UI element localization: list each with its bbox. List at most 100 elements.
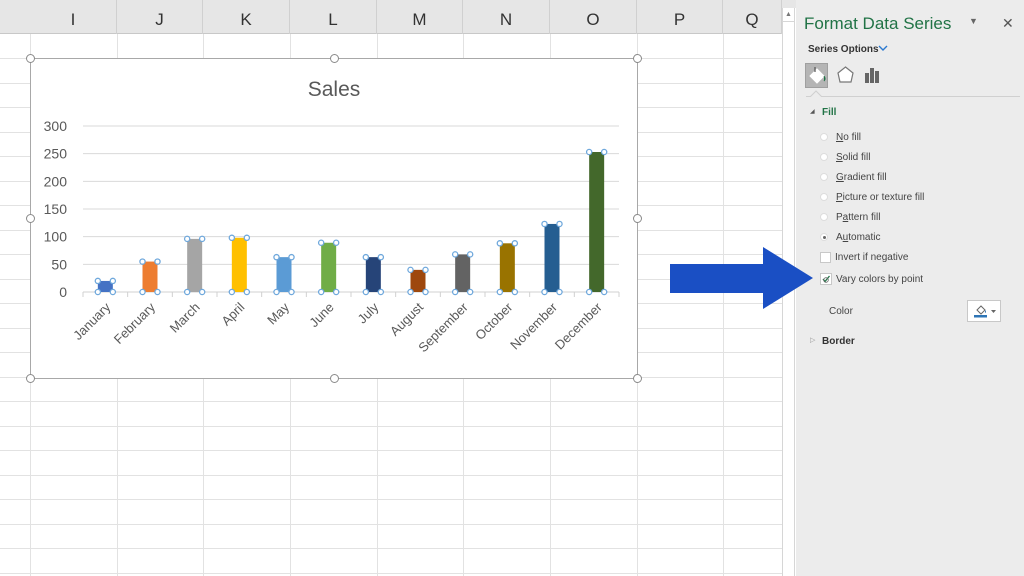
selection-handle[interactable]: [243, 288, 251, 296]
selection-handle[interactable]: [243, 234, 251, 242]
bar[interactable]: [142, 261, 158, 292]
bar-march[interactable]: [183, 235, 206, 296]
chevron-down-icon[interactable]: [878, 43, 888, 55]
selection-handle[interactable]: [466, 251, 474, 258]
selection-handle[interactable]: [228, 288, 236, 296]
radio-button[interactable]: [820, 173, 828, 181]
series-options-label[interactable]: Series Options: [808, 44, 879, 55]
selection-handle[interactable]: [139, 288, 146, 296]
invert-if-negative-option[interactable]: Invert if negative: [820, 249, 908, 265]
selection-handle[interactable]: [541, 288, 548, 296]
selection-handle[interactable]: [422, 288, 429, 296]
selection-handle[interactable]: [273, 253, 280, 261]
selection-handle[interactable]: [109, 277, 117, 285]
selection-handle[interactable]: [451, 288, 459, 296]
fill-option-solid-fill[interactable]: Solid fill: [820, 149, 870, 165]
fill-option-automatic[interactable]: Automatic: [820, 229, 880, 245]
column-header-o[interactable]: O: [550, 0, 637, 34]
resize-handle-bottom-left[interactable]: [26, 374, 35, 383]
bar[interactable]: [231, 237, 247, 292]
selection-handle[interactable]: [183, 235, 191, 243]
bar-june[interactable]: [317, 239, 340, 296]
bar-november[interactable]: [541, 220, 563, 296]
column-header-l[interactable]: L: [290, 0, 377, 34]
selection-handle[interactable]: [198, 235, 206, 243]
bar[interactable]: [544, 223, 560, 292]
bar-september[interactable]: [451, 251, 474, 296]
selection-handle[interactable]: [273, 288, 280, 296]
vary-colors-by-point-option[interactable]: Vary colors by point: [820, 271, 923, 287]
bar-april[interactable]: [228, 234, 251, 296]
border-section-header[interactable]: Border: [822, 336, 855, 347]
bar-february[interactable]: [139, 258, 161, 296]
bar-may[interactable]: [273, 253, 295, 296]
tab-effects[interactable]: [834, 63, 857, 88]
y-axis[interactable]: 0 50 100 150 200 250 300: [44, 118, 68, 300]
fill-color-picker-button[interactable]: [967, 300, 1001, 322]
column-header-m[interactable]: M: [377, 0, 463, 34]
collapsed-triangle-icon[interactable]: ▷: [810, 336, 815, 344]
column-header-p[interactable]: P: [637, 0, 723, 34]
column-header-i[interactable]: I: [30, 0, 117, 34]
selection-handle[interactable]: [332, 239, 340, 247]
selection-handle[interactable]: [407, 288, 414, 296]
fill-option-pattern-fill[interactable]: Pattern fill: [820, 209, 880, 225]
column-header-q[interactable]: Q: [723, 0, 782, 34]
radio-button[interactable]: [820, 193, 828, 201]
bar[interactable]: [455, 254, 471, 292]
resize-handle-bottom-right[interactable]: [633, 374, 642, 383]
resize-handle-right[interactable]: [633, 214, 642, 223]
bar[interactable]: [410, 269, 426, 292]
bar[interactable]: [187, 238, 203, 292]
column-header-j[interactable]: J: [117, 0, 203, 34]
selection-handle[interactable]: [317, 239, 325, 247]
selection-handle[interactable]: [541, 220, 548, 228]
fill-option-no-fill[interactable]: No fill: [820, 129, 861, 145]
selection-handle[interactable]: [288, 288, 295, 296]
close-icon[interactable]: ✕: [1002, 15, 1014, 32]
invert-if-negative-checkbox[interactable]: [820, 251, 831, 263]
radio-button[interactable]: [820, 133, 828, 141]
selection-handle[interactable]: [556, 288, 563, 296]
radio-button[interactable]: [820, 233, 828, 241]
x-axis[interactable]: [82, 291, 620, 297]
selection-handle[interactable]: [600, 288, 608, 296]
selection-handle[interactable]: [496, 288, 504, 296]
selection-handle[interactable]: [94, 277, 102, 285]
selection-handle[interactable]: [407, 266, 414, 274]
selection-handle[interactable]: [109, 288, 117, 296]
selection-handle[interactable]: [94, 288, 102, 296]
radio-button[interactable]: [820, 213, 828, 221]
expanded-triangle-icon[interactable]: ◢: [810, 108, 815, 115]
selection-handle[interactable]: [228, 234, 236, 242]
selection-handle[interactable]: [317, 288, 325, 296]
bar[interactable]: [276, 257, 292, 292]
resize-handle-left[interactable]: [26, 214, 35, 223]
fill-option-picture-or-texture-fill[interactable]: Picture or texture fill: [820, 189, 924, 205]
selection-handle[interactable]: [198, 288, 206, 296]
resize-handle-top[interactable]: [330, 54, 339, 63]
tab-fill-line[interactable]: [805, 63, 828, 88]
column-header-k[interactable]: K: [203, 0, 290, 34]
fill-option-gradient-fill[interactable]: Gradient fill: [820, 169, 887, 185]
tab-series-options[interactable]: [862, 63, 885, 88]
pane-options-dropdown-icon[interactable]: ▼: [969, 16, 978, 26]
bar-july[interactable]: [362, 253, 385, 296]
selection-handle[interactable]: [154, 258, 161, 265]
column-header-n[interactable]: N: [463, 0, 550, 34]
selection-handle[interactable]: [288, 253, 295, 261]
selection-handle[interactable]: [139, 258, 146, 265]
bar-december[interactable]: [585, 148, 608, 296]
resize-handle-top-right[interactable]: [633, 54, 642, 63]
resize-handle-bottom[interactable]: [330, 374, 339, 383]
selection-handle[interactable]: [362, 253, 370, 261]
selection-handle[interactable]: [154, 288, 161, 296]
selection-handle[interactable]: [556, 220, 563, 228]
bar-october[interactable]: [496, 240, 519, 296]
selection-handle[interactable]: [585, 148, 593, 156]
chart-area[interactable]: Sales 0 50 100 150 200 250 300 January February…: [26, 54, 642, 383]
scroll-up-arrow-icon[interactable]: ▲: [783, 8, 794, 22]
resize-handle-top-left[interactable]: [26, 54, 35, 63]
selection-handle[interactable]: [496, 240, 504, 247]
bar[interactable]: [365, 257, 381, 292]
